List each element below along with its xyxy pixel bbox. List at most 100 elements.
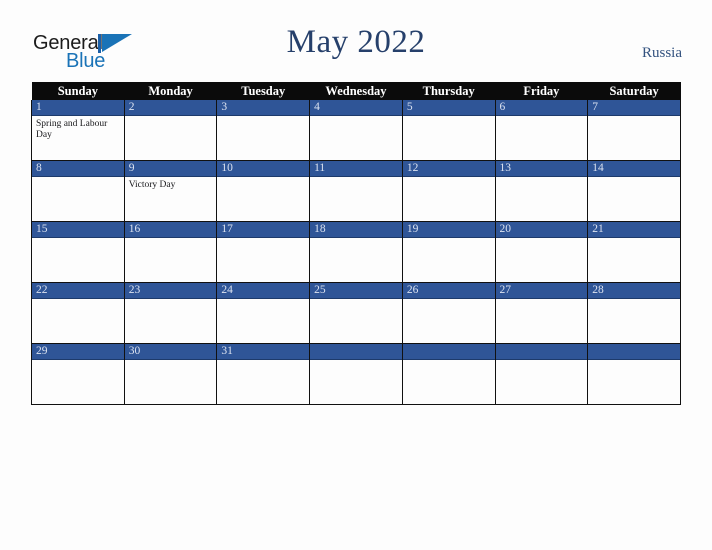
day-number: 24 xyxy=(217,283,310,299)
day-events xyxy=(125,299,217,302)
day-events xyxy=(403,299,495,302)
calendar-day-cell[interactable]: 3 xyxy=(216,100,311,161)
day-number: 26 xyxy=(402,283,495,299)
calendar-day-cell[interactable]: 5 xyxy=(401,100,496,161)
calendar-day-cell[interactable]: 6 xyxy=(494,100,589,161)
calendar-day-cell[interactable]: 21 xyxy=(587,221,681,283)
calendar-header-row: Sunday Monday Tuesday Wednesday Thursday… xyxy=(31,82,681,100)
day-number: 6 xyxy=(495,100,588,116)
day-number: 31 xyxy=(217,344,310,360)
day-number: 12 xyxy=(402,161,495,177)
day-number: 23 xyxy=(124,283,217,299)
page-title: May 2022 xyxy=(286,24,426,60)
day-events xyxy=(496,360,588,363)
day-number: 25 xyxy=(310,283,402,299)
day-events xyxy=(32,177,124,180)
calendar-week-row: 15 16 17 18 19 20 21 xyxy=(31,221,681,283)
holiday-event-label: Spring and Labour Day xyxy=(36,119,108,140)
day-events: Spring and Labour Day xyxy=(32,116,124,140)
calendar-day-cell[interactable] xyxy=(401,343,496,405)
calendar-day-cell[interactable]: 14 xyxy=(587,160,681,222)
calendar-day-cell[interactable]: 15 xyxy=(31,221,125,283)
calendar-day-cell[interactable]: 1 Spring and Labour Day xyxy=(31,100,125,161)
day-events xyxy=(496,238,588,241)
calendar-day-cell[interactable]: 10 xyxy=(216,160,311,222)
calendar-day-cell[interactable]: 16 xyxy=(123,221,218,283)
calendar-day-cell[interactable]: 28 xyxy=(587,282,681,344)
day-number xyxy=(495,344,588,360)
calendar-body: 1 Spring and Labour Day 2 3 4 5 6 7 8 9 Victory Da… xyxy=(31,100,681,405)
day-events xyxy=(217,360,309,363)
calendar-day-cell[interactable]: 18 xyxy=(309,221,403,283)
day-number: 7 xyxy=(588,100,680,116)
calendar-day-cell[interactable] xyxy=(309,343,403,405)
calendar-day-cell[interactable]: 8 xyxy=(31,160,125,222)
calendar-week-row: 22 23 24 25 26 27 28 xyxy=(31,282,681,344)
calendar-day-cell[interactable]: 31 xyxy=(216,343,311,405)
day-events xyxy=(588,238,680,241)
calendar-day-cell[interactable]: 30 xyxy=(123,343,218,405)
day-number xyxy=(588,344,680,360)
day-events xyxy=(496,299,588,302)
calendar-day-cell[interactable]: 13 xyxy=(494,160,589,222)
day-number: 5 xyxy=(402,100,495,116)
calendar-day-cell[interactable]: 11 xyxy=(309,160,403,222)
day-events xyxy=(310,116,402,119)
day-number: 29 xyxy=(32,344,124,360)
calendar-day-cell[interactable]: 4 xyxy=(309,100,403,161)
calendar-day-cell[interactable]: 23 xyxy=(123,282,218,344)
weekday-header-wednesday: Wednesday xyxy=(309,82,403,100)
day-number: 18 xyxy=(310,222,402,238)
day-events xyxy=(403,238,495,241)
day-number: 13 xyxy=(495,161,588,177)
calendar-day-cell[interactable]: 26 xyxy=(401,282,496,344)
calendar-week-row: 8 9 Victory Day 10 11 12 13 14 xyxy=(31,160,681,222)
day-events xyxy=(496,116,588,119)
day-number: 17 xyxy=(217,222,310,238)
calendar-day-cell[interactable]: 19 xyxy=(401,221,496,283)
day-events xyxy=(125,116,217,119)
calendar-day-cell[interactable] xyxy=(494,343,589,405)
calendar-day-cell[interactable]: 29 xyxy=(31,343,125,405)
month-calendar-grid: Sunday Monday Tuesday Wednesday Thursday… xyxy=(31,82,681,405)
calendar-day-cell[interactable]: 24 xyxy=(216,282,311,344)
page-header: General Blue May 2022 Russia xyxy=(0,0,712,82)
day-number: 2 xyxy=(124,100,217,116)
calendar-day-cell[interactable]: 22 xyxy=(31,282,125,344)
day-number: 1 xyxy=(32,100,124,116)
day-number: 30 xyxy=(124,344,217,360)
calendar-day-cell[interactable]: 17 xyxy=(216,221,311,283)
day-events: Victory Day xyxy=(125,177,217,191)
calendar-day-cell[interactable]: 7 xyxy=(587,100,681,161)
day-number xyxy=(310,344,402,360)
calendar-day-cell[interactable]: 9 Victory Day xyxy=(123,160,218,222)
weekday-header-sunday: Sunday xyxy=(31,82,125,100)
day-number: 4 xyxy=(310,100,402,116)
day-number: 21 xyxy=(588,222,680,238)
day-events xyxy=(588,299,680,302)
day-events xyxy=(125,360,217,363)
calendar-day-cell[interactable]: 27 xyxy=(494,282,589,344)
day-events xyxy=(217,177,309,180)
holiday-event-label: Victory Day xyxy=(128,180,176,190)
day-number: 28 xyxy=(588,283,680,299)
day-events xyxy=(403,177,495,180)
calendar-day-cell[interactable] xyxy=(587,343,681,405)
calendar-page: General Blue May 2022 Russia Sunday Mond… xyxy=(0,0,712,550)
calendar-day-cell[interactable]: 25 xyxy=(309,282,403,344)
day-number: 19 xyxy=(402,222,495,238)
day-number: 9 xyxy=(124,161,217,177)
calendar-day-cell[interactable]: 2 xyxy=(123,100,218,161)
weekday-header-thursday: Thursday xyxy=(402,82,496,100)
day-events xyxy=(588,360,680,363)
calendar-week-row: 29 30 31 xyxy=(31,343,681,405)
day-events xyxy=(32,238,124,241)
calendar-day-cell[interactable]: 20 xyxy=(494,221,589,283)
day-events xyxy=(32,299,124,302)
day-events xyxy=(310,177,402,180)
day-events xyxy=(496,177,588,180)
day-events xyxy=(310,360,402,363)
day-events xyxy=(310,299,402,302)
calendar-week-row: 1 Spring and Labour Day 2 3 4 5 6 7 xyxy=(31,100,681,161)
calendar-day-cell[interactable]: 12 xyxy=(401,160,496,222)
